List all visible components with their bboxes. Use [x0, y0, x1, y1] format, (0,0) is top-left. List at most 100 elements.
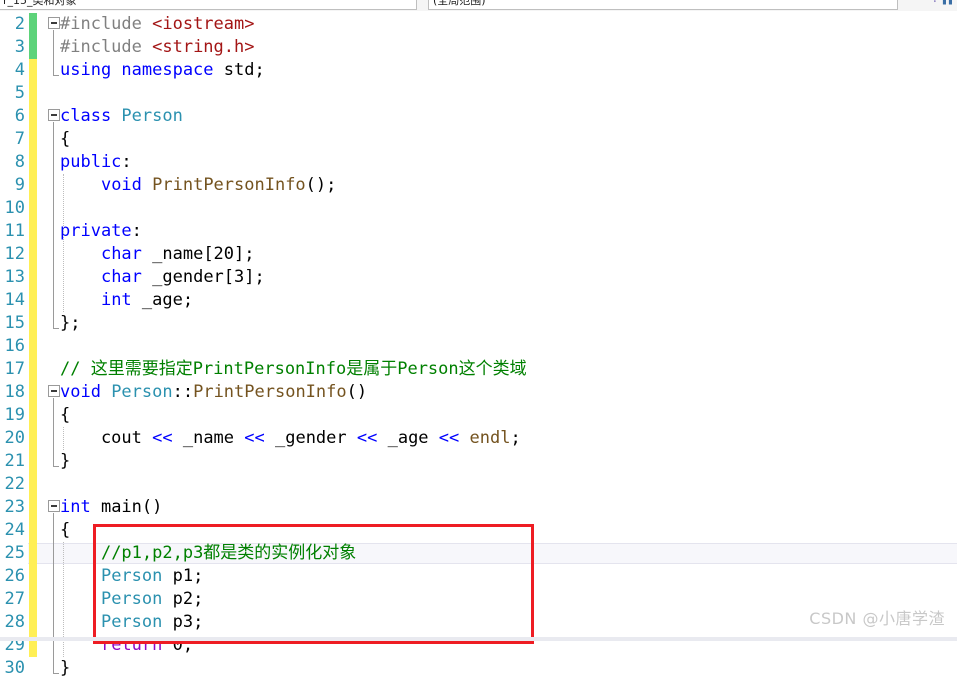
change-bar-segment-unsaved	[29, 59, 37, 657]
code-line[interactable]: };	[60, 312, 80, 335]
line-number: 17	[4, 359, 25, 379]
code-token: {	[60, 520, 71, 540]
line-number: 25	[4, 543, 25, 563]
code-line[interactable]: char _name[20];	[60, 243, 255, 266]
line-number: 19	[4, 405, 25, 425]
indent-guide	[63, 427, 65, 450]
code-line[interactable]: {	[60, 519, 70, 542]
code-token: public	[60, 152, 122, 172]
code-folding-margin[interactable]	[40, 11, 60, 674]
code-line[interactable]: cout << _name << _gender << _age << endl…	[60, 427, 521, 450]
line-number: 16	[4, 336, 25, 356]
code-token: <<	[244, 428, 275, 448]
code-line[interactable]: Person p1;	[60, 565, 203, 588]
line-number: 6	[14, 106, 25, 126]
code-line[interactable]: Person p3;	[60, 611, 203, 634]
code-token: Person	[100, 612, 163, 632]
line-number: 27	[4, 589, 25, 609]
line-number: 12	[4, 244, 25, 264]
line-number: 23	[4, 497, 25, 517]
code-token: private	[60, 221, 132, 241]
code-token: ()	[346, 382, 368, 402]
code-token: _age	[387, 428, 439, 448]
code-token: <<	[438, 428, 470, 448]
navigate-back-icon[interactable]: ✢	[932, 0, 938, 5]
navigation-project-dropdown[interactable]: r_15_类和对象	[0, 0, 417, 10]
code-token: _gender	[274, 428, 357, 448]
code-token: void	[100, 175, 153, 195]
code-token: _name[20];	[152, 244, 255, 264]
code-line[interactable]: using namespace std;	[60, 59, 265, 82]
fold-collapse-icon[interactable]	[48, 17, 60, 29]
code-line[interactable]: void Person::PrintPersonInfo()	[60, 381, 367, 404]
code-token: Person	[100, 566, 163, 586]
code-line[interactable]: {	[60, 128, 70, 151]
code-token: p1;	[162, 566, 204, 586]
code-line[interactable]: {	[60, 404, 70, 427]
code-token: {	[60, 405, 71, 425]
fold-collapse-icon[interactable]	[48, 109, 60, 121]
split-view-icon[interactable]: ▌▌	[943, 0, 955, 5]
code-line[interactable]: int _age;	[60, 289, 193, 312]
line-number: 24	[4, 520, 25, 540]
code-token: PrintPersonInfo	[193, 382, 347, 402]
line-number: 9	[14, 175, 25, 195]
code-line[interactable]: #include <string.h>	[60, 36, 254, 59]
code-token: <string.h>	[152, 37, 255, 57]
code-line[interactable]: public:	[60, 151, 132, 174]
line-number: 18	[4, 382, 25, 402]
code-token: Person	[121, 106, 183, 126]
fold-region-end	[53, 673, 59, 674]
line-number: 30	[4, 658, 25, 678]
code-token: #include	[60, 37, 153, 57]
code-token: int	[60, 497, 101, 517]
code-token: :	[121, 152, 132, 172]
line-number: 13	[4, 267, 25, 287]
fold-region-end	[53, 75, 59, 76]
code-line[interactable]: }	[60, 657, 70, 680]
code-token: ()	[141, 497, 163, 517]
navigation-scope-dropdown[interactable]: (全局范围)	[428, 0, 898, 10]
code-line[interactable]: // 这里需要指定PrintPersonInfo是属于Person这个类域	[60, 358, 527, 381]
line-number: 15	[4, 313, 25, 333]
code-token: <<	[152, 428, 183, 448]
code-token: //p1,p2,p3都是类的实例化对象	[100, 543, 357, 563]
line-number: 21	[4, 451, 25, 471]
navigation-bar-icons: ✢ ▌▌	[932, 0, 955, 9]
line-number: 10	[4, 198, 25, 218]
code-token: {	[60, 129, 71, 149]
line-number: 11	[4, 221, 25, 241]
code-line[interactable]: Person p2;	[60, 588, 203, 611]
code-editor[interactable]: 2 3 4 5 6 7 8 9 10 11 12 13 14 15 16 17 18 19 20 21 22 23 24 25…	[0, 11, 957, 678]
code-line[interactable]: class Person	[60, 105, 183, 128]
code-line[interactable]: //p1,p2,p3都是类的实例化对象	[60, 542, 356, 565]
code-token: <<	[356, 428, 388, 448]
code-line[interactable]: int main()	[60, 496, 162, 519]
code-token: p3;	[162, 612, 204, 632]
csdn-watermark: CSDN @小唐学渣	[809, 609, 945, 628]
code-line[interactable]: void PrintPersonInfo();	[60, 174, 336, 197]
code-token: Person	[100, 589, 163, 609]
code-line[interactable]: private:	[60, 220, 142, 243]
code-token: main	[100, 497, 142, 517]
line-number: 28	[4, 612, 25, 632]
line-number: 5	[14, 83, 25, 103]
code-line[interactable]: #include <iostream>	[60, 13, 254, 36]
code-token: std;	[223, 60, 265, 80]
fold-region-line	[53, 513, 54, 673]
code-token: int	[100, 290, 142, 310]
code-token: endl	[469, 428, 511, 448]
code-line[interactable]: char _gender[3];	[60, 266, 265, 289]
code-token: #include	[60, 14, 153, 34]
fold-collapse-icon[interactable]	[48, 385, 60, 397]
fold-region-line	[53, 122, 54, 328]
code-text-area[interactable]: #include <iostream> #include <string.h> us…	[60, 11, 957, 678]
fold-region-end	[53, 328, 59, 329]
fold-collapse-icon[interactable]	[48, 500, 60, 512]
code-line[interactable]: }	[60, 450, 70, 473]
code-token: _gender[3];	[152, 267, 265, 287]
